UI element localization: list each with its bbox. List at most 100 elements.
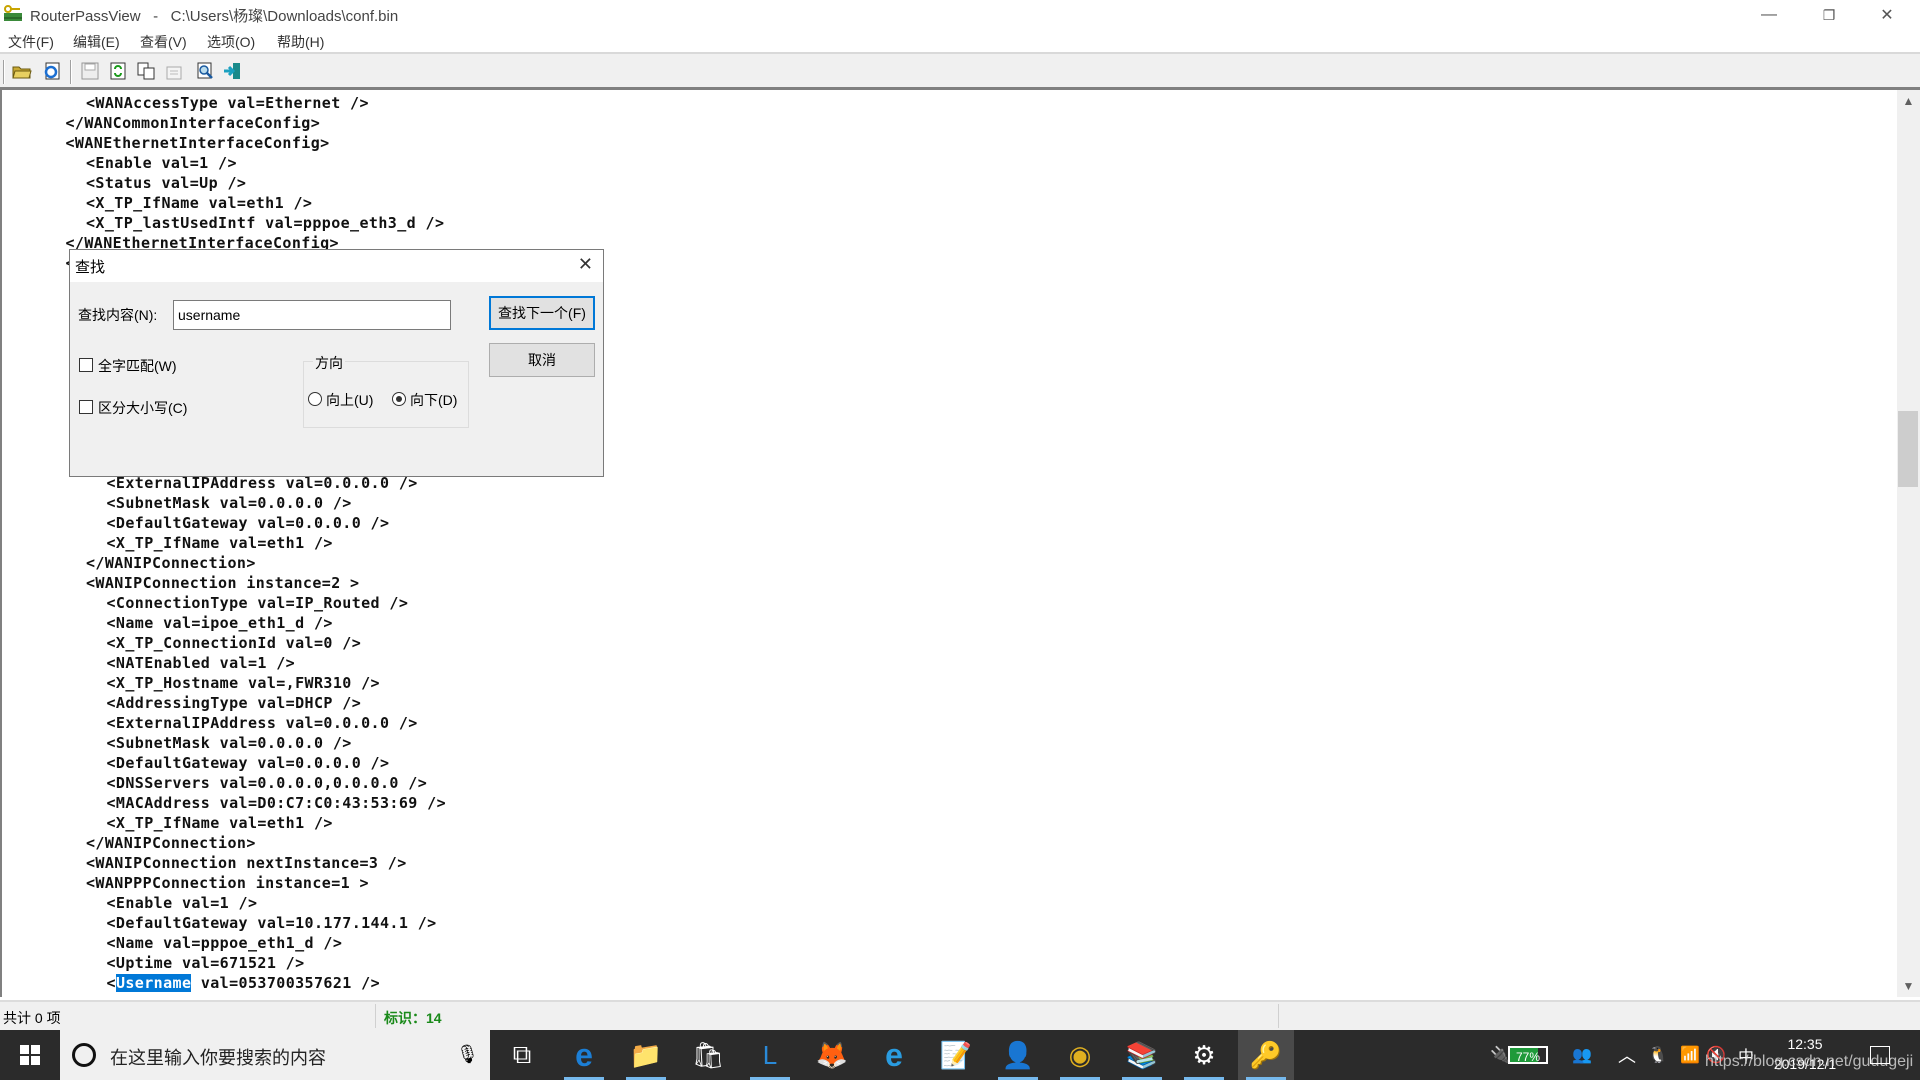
config-line: </WANCommonInterfaceConfig> (65, 114, 321, 132)
microphone-icon[interactable]: 🎙 (456, 1044, 479, 1065)
notepad-icon: 📝 (939, 1039, 973, 1070)
menu-edit[interactable]: 编辑(E) (73, 32, 120, 52)
config-line: <Uptime val=671521 /> (106, 954, 305, 972)
properties-icon[interactable] (163, 60, 185, 82)
taskbar-app-task-view[interactable]: ⧉ (494, 1030, 550, 1080)
battery-indicator[interactable]: 77% (1508, 1030, 1548, 1080)
menu-options[interactable]: 选项(O) (207, 32, 255, 52)
config-line: <X_TP_ConnectionId val=0 /> (106, 634, 362, 652)
taskbar-app-file-explorer[interactable]: 📁 (618, 1030, 674, 1080)
config-line: <DefaultGateway val=0.0.0.0 /> (106, 754, 390, 772)
task-view-icon: ⧉ (512, 1039, 532, 1069)
minimize-button[interactable]: — (1740, 0, 1798, 30)
config-line: <X_TP_IfName val=eth1 /> (106, 814, 333, 832)
direction-up-label: 向上(U) (326, 392, 374, 408)
match-whole-word-checkbox[interactable] (79, 358, 93, 372)
config-line: <X_TP_Hostname val=,FWR310 /> (106, 674, 380, 692)
config-line: <WANAccessType val=Ethernet /> (86, 94, 369, 112)
taskbar-app-settings[interactable]: ⚙ (1176, 1030, 1232, 1080)
taskbar-search-box[interactable]: 在这里输入你要搜索的内容 🎙 (60, 1030, 490, 1080)
clock-time: 12:35 (1787, 1036, 1823, 1052)
taskbar-app-clock-app[interactable]: L (742, 1030, 798, 1080)
avatar-app-icon: 👤 (1001, 1039, 1035, 1070)
taskbar-app-chrome[interactable]: ◉ (1052, 1030, 1108, 1080)
config-line: <X_TP_IfName val=eth1 /> (106, 534, 333, 552)
status-divider (375, 1004, 376, 1028)
find-dialog: 查找 ✕ 查找内容(N): 查找下一个(F) 取消 全字匹配(W) 区分大小写(… (69, 249, 604, 477)
status-divider (1278, 1004, 1279, 1028)
taskbar-app-avatar-app[interactable]: 👤 (990, 1030, 1046, 1080)
internet-explorer-icon: e (885, 1036, 903, 1073)
vertical-scrollbar[interactable]: ▲ ▼ (1897, 90, 1920, 997)
find-icon[interactable] (194, 60, 216, 82)
refresh-icon[interactable] (107, 60, 129, 82)
find-dialog-titlebar[interactable]: 查找 ✕ (70, 250, 603, 282)
toolbar (0, 54, 1920, 90)
cancel-button[interactable]: 取消 (489, 343, 595, 377)
menu-view[interactable]: 查看(V) (140, 32, 187, 52)
config-line: <Status val=Up /> (86, 174, 247, 192)
routerpassview-app-icon (3, 5, 23, 23)
taskbar-app-store[interactable]: 🛍 (680, 1030, 736, 1080)
menu-help[interactable]: 帮助(H) (277, 32, 324, 52)
open-folder-icon[interactable] (11, 60, 33, 82)
direction-down-radio[interactable] (392, 392, 406, 406)
toolbar-separator (3, 60, 5, 84)
find-next-button[interactable]: 查找下一个(F) (489, 296, 595, 330)
find-what-label: 查找内容(N): (78, 307, 158, 323)
start-button[interactable] (0, 1030, 60, 1080)
match-case-checkbox[interactable] (79, 400, 93, 414)
config-line: <WANPPPConnection instance=1 > (86, 874, 369, 892)
match-whole-word-label: 全字匹配(W) (98, 358, 177, 374)
menu-bar: 文件(F) 编辑(E) 查看(V) 选项(O) 帮助(H) (0, 30, 1920, 52)
config-line: <X_TP_lastUsedIntf val=pppoe_eth3_d /> (86, 214, 445, 232)
cortana-icon (72, 1043, 96, 1067)
windows-logo-icon (20, 1045, 40, 1065)
scroll-thumb[interactable] (1898, 411, 1918, 488)
search-match-highlight: Username (115, 974, 192, 992)
taskbar-search-placeholder: 在这里输入你要搜索的内容 (110, 1048, 326, 1068)
find-what-input[interactable] (173, 300, 451, 330)
taskbar-app-routerpassview[interactable]: 🔑 (1238, 1030, 1294, 1080)
direction-up-radio[interactable] (308, 392, 322, 406)
direction-down-label: 向下(D) (410, 392, 458, 408)
config-line: <NATEnabled val=1 /> (106, 654, 296, 672)
taskbar-app-firefox[interactable]: 🦊 (804, 1030, 860, 1080)
copy-icon[interactable] (135, 60, 157, 82)
edge-icon: e (575, 1036, 593, 1073)
config-line: <Name val=ipoe_eth1_d /> (106, 614, 333, 632)
close-icon[interactable]: ✕ (578, 254, 593, 275)
winrar-icon: 📚 (1125, 1039, 1159, 1070)
config-line: <Enable val=1 /> (106, 894, 258, 912)
save-icon[interactable] (79, 60, 101, 82)
taskbar-app-edge[interactable]: e (556, 1030, 612, 1080)
config-line: </WANIPConnection> (86, 554, 256, 572)
restore-button[interactable]: ❐ (1800, 0, 1858, 30)
people-icon[interactable]: 👥 (1572, 1030, 1592, 1080)
open-ie-icon[interactable] (41, 60, 63, 82)
chrome-icon: ◉ (1068, 1039, 1092, 1070)
action-center-icon[interactable] (1870, 1030, 1890, 1080)
taskbar-app-winrar[interactable]: 📚 (1114, 1030, 1170, 1080)
wifi-icon[interactable]: 📶 (1680, 1030, 1700, 1080)
taskbar-app-notepad[interactable]: 📝 (928, 1030, 984, 1080)
taskbar-app-internet-explorer[interactable]: e (866, 1030, 922, 1080)
config-line: <WANIPConnection instance=2 > (86, 574, 360, 592)
config-line: <MACAddress val=D0:C7:C0:43:53:69 /> (106, 794, 447, 812)
battery-percent: 77% (1515, 1050, 1541, 1064)
scroll-down-arrow-icon[interactable]: ▼ (1897, 975, 1920, 997)
scroll-up-arrow-icon[interactable]: ▲ (1897, 90, 1920, 112)
config-line: <SubnetMask val=0.0.0.0 /> (106, 494, 352, 512)
close-button[interactable]: ✕ (1858, 0, 1916, 30)
taskbar: 在这里输入你要搜索的内容 🎙 ⧉ e 📁 🛍 L 🦊 e 📝 👤 ◉ 📚 ⚙ 🔑 🔌 77% 👥 ︿ 🐧… (0, 1030, 1920, 1080)
find-dialog-title: 查找 (75, 259, 106, 276)
config-text-view[interactable]: <WANAccessType val=Ethernet /> </WANCommo… (0, 90, 1898, 997)
menu-file[interactable]: 文件(F) (8, 32, 54, 52)
qq-icon[interactable]: 🐧 (1648, 1030, 1668, 1080)
config-line: <DefaultGateway val=0.0.0.0 /> (106, 514, 390, 532)
show-hidden-icons-chevron-icon[interactable]: ︿ (1618, 1030, 1636, 1080)
power-plug-icon: 🔌 (1490, 1047, 1510, 1064)
exit-icon[interactable] (222, 60, 244, 82)
config-line: </WANIPConnection> (86, 834, 256, 852)
config-line: <DefaultGateway val=10.177.144.1 /> (106, 914, 437, 932)
